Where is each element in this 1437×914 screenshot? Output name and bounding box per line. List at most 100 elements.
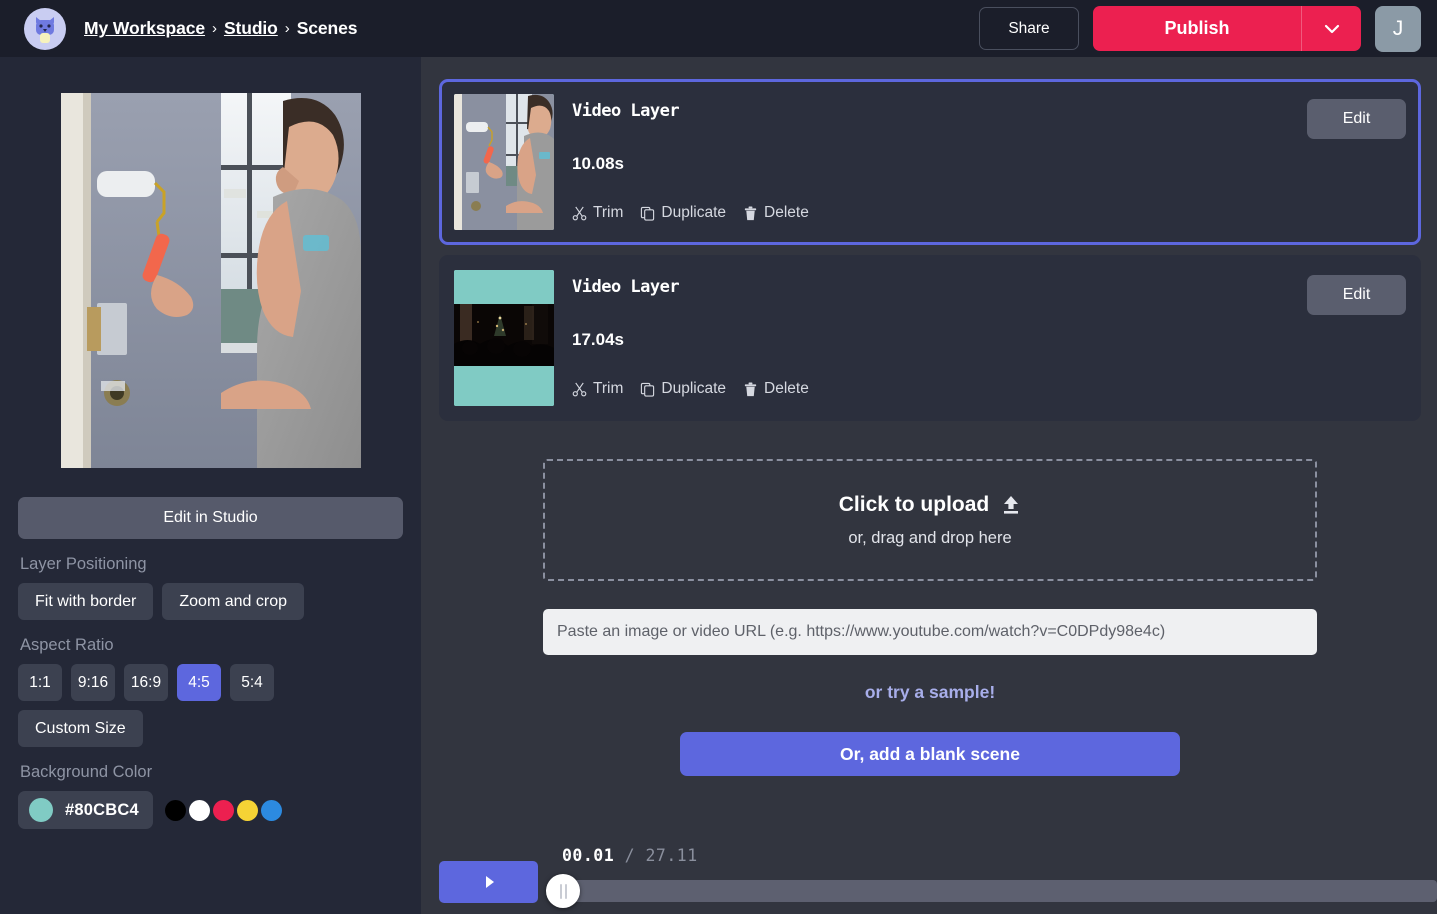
layer-actions-2: Trim Duplicate xyxy=(572,380,1297,398)
main-panel: Video Layer 10.08s xyxy=(421,57,1437,914)
aspect-ratio-label: Aspect Ratio xyxy=(20,636,403,655)
duplicate-action-2[interactable]: Duplicate xyxy=(640,380,726,398)
header-actions: Share Publish J xyxy=(979,6,1421,52)
edit-in-studio-button[interactable]: Edit in Studio xyxy=(18,497,403,539)
background-color-row: #80CBC4 xyxy=(18,791,403,829)
timeline-track[interactable] xyxy=(562,880,1437,902)
palette-swatch-red[interactable] xyxy=(213,800,234,821)
duplicate-action-1[interactable]: Duplicate xyxy=(640,204,726,222)
media-url-input[interactable] xyxy=(543,609,1317,655)
aspect-ratio-options: 1:1 9:16 16:9 4:5 5:4 xyxy=(18,664,403,701)
aspect-ratio-16-9[interactable]: 16:9 xyxy=(124,664,168,701)
total-time: 27.11 xyxy=(645,846,697,865)
layer-thumbnail-2 xyxy=(454,270,554,406)
timeline-column: 00.01 / 27.11 xyxy=(538,844,1437,908)
timeline-track-wrap[interactable] xyxy=(562,874,1437,908)
top-header: My Workspace › Studio › Scenes Share Pub… xyxy=(0,0,1437,57)
time-readout: 00.01 / 27.11 xyxy=(562,844,1437,865)
palette-swatch-black[interactable] xyxy=(165,800,186,821)
palette-swatch-yellow[interactable] xyxy=(237,800,258,821)
upload-dropzone[interactable]: Click to upload or, drag and drop here xyxy=(543,459,1317,581)
palette-swatch-blue[interactable] xyxy=(261,800,282,821)
user-avatar[interactable]: J xyxy=(1375,6,1421,52)
trash-icon xyxy=(743,382,758,397)
upload-section: Click to upload or, drag and drop here o… xyxy=(439,459,1421,776)
delete-label-1: Delete xyxy=(764,204,809,222)
upload-dropzone-headline: Click to upload xyxy=(839,493,1022,517)
background-color-current[interactable]: #80CBC4 xyxy=(18,791,153,829)
layer-positioning-label: Layer Positioning xyxy=(20,555,403,574)
scissors-icon xyxy=(572,382,587,397)
trim-action-1[interactable]: Trim xyxy=(572,204,623,222)
aspect-ratio-custom-size[interactable]: Custom Size xyxy=(18,710,143,747)
edit-layer-button-1[interactable]: Edit xyxy=(1307,99,1406,139)
layer-info-1: Video Layer 10.08s xyxy=(554,94,1297,222)
copy-icon xyxy=(640,206,655,221)
breadcrumb-separator-2: › xyxy=(285,20,290,37)
layer-title-1: Video Layer xyxy=(572,101,1297,121)
left-sidebar: Edit in Studio Layer Positioning Fit wit… xyxy=(0,57,421,914)
color-palette xyxy=(165,800,282,821)
delete-action-2[interactable]: Delete xyxy=(743,380,809,398)
duplicate-label-1: Duplicate xyxy=(661,204,726,222)
breadcrumb-workspace[interactable]: My Workspace xyxy=(84,18,205,39)
layer-positioning-options: Fit with border Zoom and crop xyxy=(18,583,403,620)
try-a-sample-link[interactable]: or try a sample! xyxy=(865,682,995,703)
background-color-label: Background Color xyxy=(20,763,403,782)
thumb-photo-2 xyxy=(454,304,554,366)
cat-avatar-icon[interactable] xyxy=(24,8,66,50)
custom-size-row: Custom Size xyxy=(18,710,403,747)
trim-action-2[interactable]: Trim xyxy=(572,380,623,398)
layer-positioning-zoom-and-crop[interactable]: Zoom and crop xyxy=(162,583,304,620)
preview-image xyxy=(61,93,361,468)
letterbox-top xyxy=(454,270,554,304)
aspect-ratio-9-16[interactable]: 9:16 xyxy=(71,664,115,701)
duplicate-label-2: Duplicate xyxy=(661,380,726,398)
trim-label-1: Trim xyxy=(593,204,623,222)
click-to-upload-label: Click to upload xyxy=(839,493,990,517)
player-bar: 00.01 / 27.11 xyxy=(439,844,1437,914)
play-button[interactable] xyxy=(439,861,538,903)
current-color-hex: #80CBC4 xyxy=(65,801,139,820)
copy-icon xyxy=(640,382,655,397)
timeline-scrubber-handle[interactable] xyxy=(546,874,580,908)
grip-line-left xyxy=(560,884,562,899)
publish-button[interactable]: Publish xyxy=(1093,6,1301,51)
play-icon xyxy=(481,874,497,890)
breadcrumb-studio[interactable]: Studio xyxy=(224,18,278,39)
layer-actions-1: Trim Duplicate xyxy=(572,204,1297,222)
upload-arrow-icon xyxy=(1001,495,1021,515)
layer-info-2: Video Layer 17.04s xyxy=(554,270,1297,398)
palette-swatch-white[interactable] xyxy=(189,800,210,821)
current-time: 00.01 xyxy=(562,846,614,865)
aspect-ratio-1-1[interactable]: 1:1 xyxy=(18,664,62,701)
breadcrumb-separator-1: › xyxy=(212,20,217,37)
edit-layer-button-2[interactable]: Edit xyxy=(1307,275,1406,315)
current-color-swatch xyxy=(29,798,53,822)
delete-action-1[interactable]: Delete xyxy=(743,204,809,222)
breadcrumb-current-scenes: Scenes xyxy=(297,18,358,39)
aspect-ratio-5-4[interactable]: 5:4 xyxy=(230,664,274,701)
layer-card-1[interactable]: Video Layer 10.08s xyxy=(439,79,1421,245)
layer-thumbnail-1 xyxy=(454,94,554,230)
drag-and-drop-label: or, drag and drop here xyxy=(848,529,1011,548)
publish-button-group: Publish xyxy=(1093,6,1361,51)
layer-title-2: Video Layer xyxy=(572,277,1297,297)
time-separator: / xyxy=(625,846,635,865)
layer-positioning-fit-with-border[interactable]: Fit with border xyxy=(18,583,153,620)
scene-preview[interactable] xyxy=(61,93,361,468)
scissors-icon xyxy=(572,206,587,221)
grip-line-right xyxy=(565,884,567,899)
body-split: Edit in Studio Layer Positioning Fit wit… xyxy=(0,57,1437,914)
trim-label-2: Trim xyxy=(593,380,623,398)
layer-duration-1: 10.08s xyxy=(572,154,1297,174)
layer-duration-2: 17.04s xyxy=(572,330,1297,350)
letterbox-bottom xyxy=(454,366,554,406)
trash-icon xyxy=(743,206,758,221)
share-button[interactable]: Share xyxy=(979,7,1079,50)
layer-card-2[interactable]: Video Layer 17.04s xyxy=(439,255,1421,421)
chevron-down-icon[interactable] xyxy=(1301,6,1361,51)
delete-label-2: Delete xyxy=(764,380,809,398)
aspect-ratio-4-5[interactable]: 4:5 xyxy=(177,664,221,701)
add-blank-scene-button[interactable]: Or, add a blank scene xyxy=(680,732,1180,776)
